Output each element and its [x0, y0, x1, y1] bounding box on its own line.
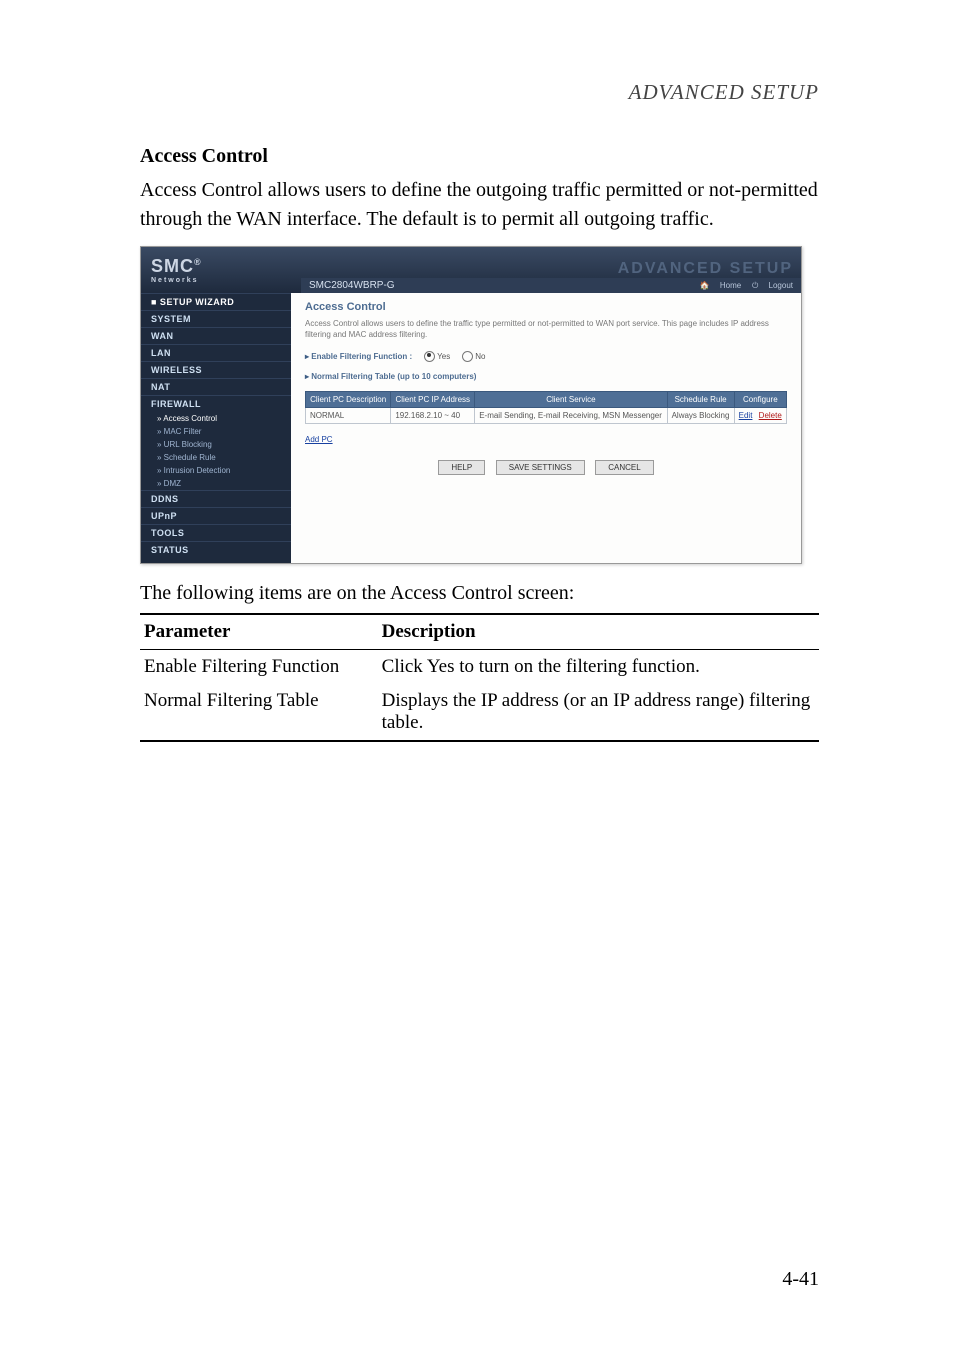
nav-lan[interactable]: LAN [141, 344, 291, 361]
nav-sub-url-blocking[interactable]: » URL Blocking [141, 438, 291, 451]
logo-text: SMC® [151, 256, 301, 277]
table-row: NORMAL 192.168.2.10 ~ 40 E-mail Sending,… [306, 407, 787, 423]
table-caption: The following items are on the Access Co… [140, 582, 819, 605]
nav-sub-dmz[interactable]: » DMZ [141, 477, 291, 490]
logo-sub: Networks [151, 277, 301, 284]
nav-ddns[interactable]: DDNS [141, 490, 291, 507]
shot-header: SMC® Networks ADVANCED SETUP SMC2804WBRP… [141, 247, 801, 293]
nav-tools[interactable]: TOOLS [141, 524, 291, 541]
enable-filtering-row: Enable Filtering Function : Yes No [305, 351, 787, 362]
section-title: Access Control [140, 145, 819, 168]
nav-setup-wizard[interactable]: ■ SETUP WIZARD [141, 293, 291, 310]
content-description: Access Control allows users to define th… [305, 319, 787, 341]
delete-link[interactable]: Delete [759, 411, 782, 420]
nav-sub-mac-filter[interactable]: » MAC Filter [141, 425, 291, 438]
table-row: Normal Filtering Table Displays the IP a… [140, 684, 819, 741]
button-row: HELP SAVE SETTINGS CANCEL [305, 460, 787, 475]
cell-desc: Displays the IP address (or an IP addres… [378, 684, 819, 741]
model-bar: SMC2804WBRP-G 🏠 Home ⏻ Logout [301, 278, 801, 293]
nav-sub-access-control[interactable]: » Access Control [141, 412, 291, 425]
cell-param: Enable Filtering Function [140, 650, 378, 685]
add-pc-link[interactable]: Add PC [305, 435, 333, 444]
help-button[interactable]: HELP [438, 460, 485, 475]
filtering-table-label: Normal Filtering Table (up to 10 compute… [305, 372, 787, 381]
nav-upnp[interactable]: UPnP [141, 507, 291, 524]
th-configure: Configure [734, 391, 786, 407]
page-number: 4-41 [782, 1268, 819, 1291]
nav-wan[interactable]: WAN [141, 327, 291, 344]
advanced-setup-banner: ADVANCED SETUP [301, 260, 801, 278]
cell-param: Normal Filtering Table [140, 684, 378, 741]
shot-header-right: ADVANCED SETUP SMC2804WBRP-G 🏠 Home ⏻ Lo… [301, 247, 801, 293]
table-row: Enable Filtering Function Click Yes to t… [140, 650, 819, 685]
cancel-button[interactable]: CANCEL [595, 460, 653, 475]
th-client-service: Client Service [475, 391, 667, 407]
cell-ip: 192.168.2.10 ~ 40 [391, 407, 475, 423]
cell-service: E-mail Sending, E-mail Receiving, MSN Me… [475, 407, 667, 423]
radio-yes[interactable]: Yes [424, 351, 450, 362]
cell-desc: NORMAL [306, 407, 391, 423]
nav-wireless[interactable]: WIRELESS [141, 361, 291, 378]
th-parameter: Parameter [140, 614, 378, 650]
content-pane: Access Control Access Control allows use… [291, 293, 801, 563]
model-number: SMC2804WBRP-G [309, 280, 395, 291]
th-description: Description [378, 614, 819, 650]
nav-system[interactable]: SYSTEM [141, 310, 291, 327]
content-title: Access Control [305, 301, 787, 313]
cell-desc: Click Yes to turn on the filtering funct… [378, 650, 819, 685]
cell-configure: Edit Delete [734, 407, 786, 423]
logout-link[interactable]: ⏻ Logout [752, 281, 793, 290]
radio-no[interactable]: No [462, 351, 485, 362]
brand-logo: SMC® Networks [141, 247, 301, 293]
intro-paragraph: Access Control allows users to define th… [140, 176, 819, 234]
cell-rule: Always Blocking [667, 407, 734, 423]
parameter-table: Parameter Description Enable Filtering F… [140, 613, 819, 742]
running-header: ADVANCED SETUP [140, 80, 819, 105]
nav-firewall[interactable]: FIREWALL [141, 395, 291, 412]
nav-status[interactable]: STATUS [141, 541, 291, 558]
th-schedule-rule: Schedule Rule [667, 391, 734, 407]
filtering-table: Client PC Description Client PC IP Addre… [305, 391, 787, 424]
home-link[interactable]: 🏠 Home [700, 281, 742, 290]
sidebar-nav: ■ SETUP WIZARD SYSTEM WAN LAN WIRELESS N… [141, 293, 291, 563]
nav-nat[interactable]: NAT [141, 378, 291, 395]
enable-filtering-label: Enable Filtering Function : [305, 352, 412, 361]
th-client-desc: Client PC Description [306, 391, 391, 407]
th-client-ip: Client PC IP Address [391, 391, 475, 407]
edit-link[interactable]: Edit [739, 411, 753, 420]
router-screenshot: SMC® Networks ADVANCED SETUP SMC2804WBRP… [140, 246, 802, 564]
save-settings-button[interactable]: SAVE SETTINGS [496, 460, 585, 475]
nav-sub-intrusion-detection[interactable]: » Intrusion Detection [141, 464, 291, 477]
nav-sub-schedule-rule[interactable]: » Schedule Rule [141, 451, 291, 464]
